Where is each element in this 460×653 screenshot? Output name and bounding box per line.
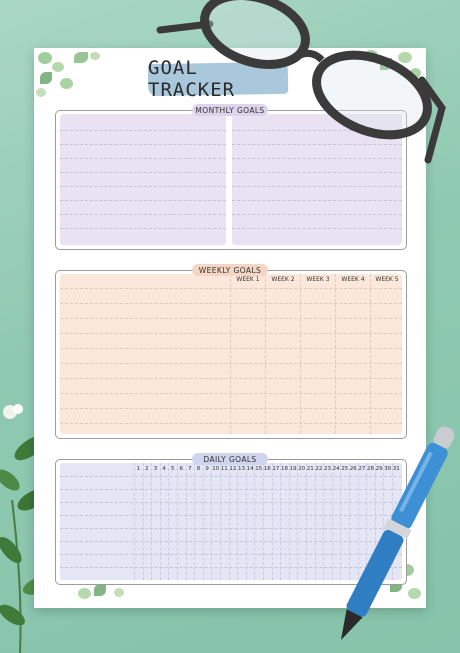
daily-column-line [306,463,307,580]
daily-column-line [288,463,290,580]
week-column-header: WEEK 2 [271,276,295,283]
day-number-label: 7 [188,466,192,472]
daily-column-line [263,463,264,580]
day-number-label: 20 [298,466,306,472]
daily-column-line [194,463,196,580]
day-number-label: 12 [229,466,237,472]
day-number-label: 16 [263,466,271,472]
day-number-label: 21 [306,466,314,472]
day-number-label: 1 [136,466,141,472]
week-column-header: WEEK 4 [341,276,365,283]
daily-column-line [177,463,178,580]
day-number-label: 17 [272,466,280,472]
day-number-label: 8 [196,466,201,472]
day-number-label: 6 [179,466,184,472]
eyeglasses-icon [156,0,446,164]
week-column-header: WEEK 3 [306,276,330,283]
daily-column-line [151,463,153,580]
day-number-label: 19 [289,466,297,472]
daily-column-line [228,463,230,580]
weekly-goals-label: WEEKLY GOALS [192,264,268,276]
day-number-label: 13 [237,466,245,472]
daily-column-line [202,463,204,580]
day-number-label: 15 [255,466,263,472]
day-number-label: 4 [162,466,166,472]
daily-column-line [134,463,135,580]
day-number-label: 14 [246,466,254,472]
weekly-goals-section: WEEK 1 WEEK 2 WEEK 3 WEEK 4 WEEK 5 [55,270,407,439]
daily-goals-label: DAILY GOALS [192,453,268,465]
daily-column-line [254,463,256,580]
day-number-label: 9 [205,466,209,472]
day-number-label: 5 [170,466,175,472]
week-column-header: WEEK 1 [236,276,260,283]
daily-column-line [314,463,316,580]
daily-column-line [280,463,282,580]
day-number-label: 2 [145,466,149,472]
daily-column-line [168,463,170,580]
day-number-label: 10 [212,466,220,472]
daily-column-line [297,463,299,580]
daily-column-line [142,463,144,580]
week-column-header: WEEK 5 [375,276,399,283]
daily-column-line [271,463,273,580]
fountain-pen-icon [340,426,455,641]
daily-column-line [323,463,325,580]
daily-column-line [220,463,221,580]
daily-column-line [211,463,213,580]
day-number-label: 22 [315,466,323,472]
daily-column-line [185,463,187,580]
day-number-label: 3 [153,466,158,472]
daily-column-line [159,463,161,580]
day-number-label: 18 [280,466,288,472]
day-number-label: 11 [220,466,228,472]
daily-column-line [237,463,239,580]
daily-column-line [245,463,247,580]
weekly-goals-grid[interactable]: WEEK 1 WEEK 2 WEEK 3 WEEK 4 WEEK 5 [60,274,402,434]
